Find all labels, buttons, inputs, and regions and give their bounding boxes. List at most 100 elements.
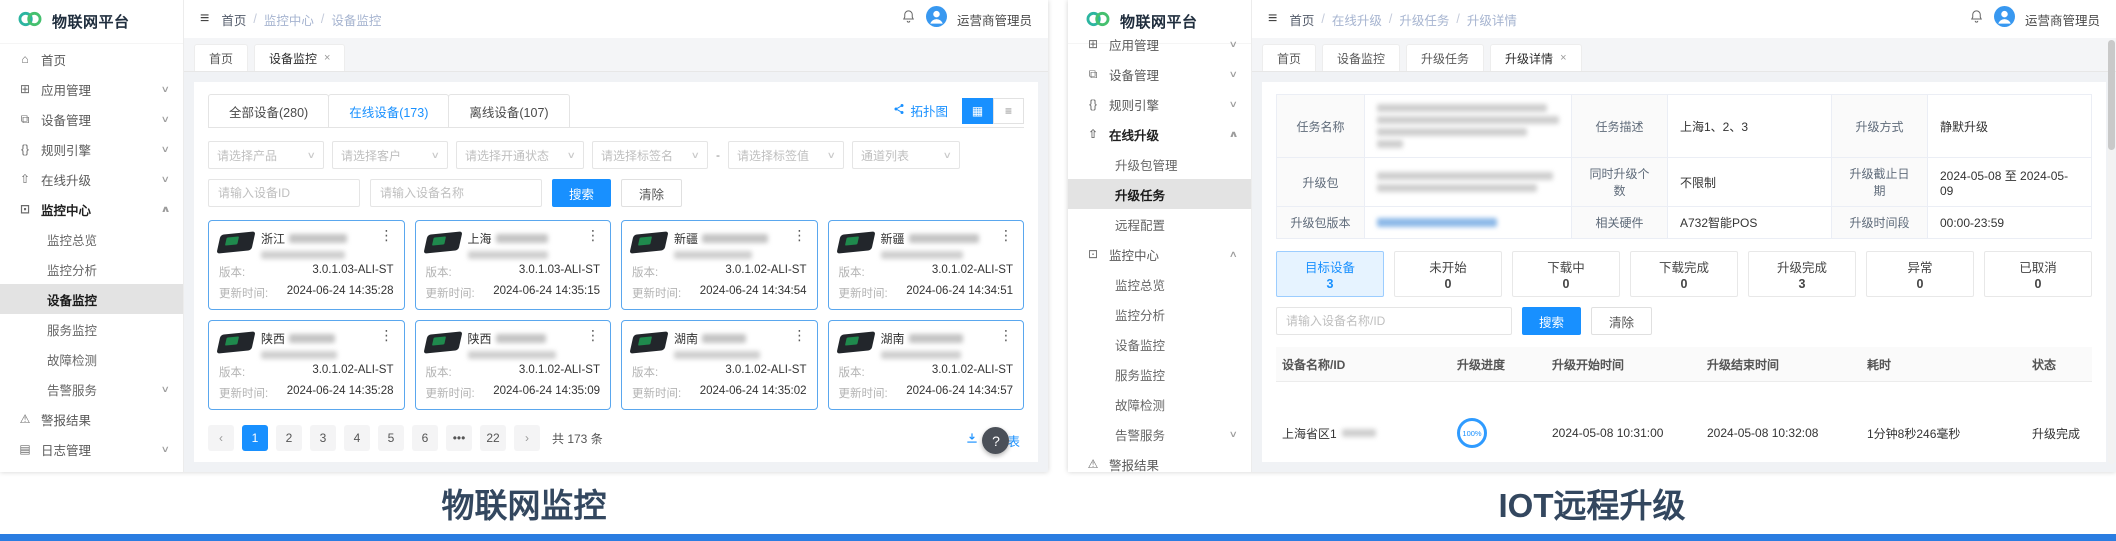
menu-fold-icon[interactable]: ≡ [200,10,209,28]
stat-error[interactable]: 异常0 [1866,251,1974,297]
more-menu-icon[interactable]: ⋮ [999,328,1013,359]
more-menu-icon[interactable]: ⋮ [586,328,600,359]
clear-button[interactable]: 清除 [621,179,682,207]
stat-downloading[interactable]: 下载中0 [1512,251,1620,297]
sidebar-item-monitor-analysis[interactable]: 监控分析 [0,254,183,284]
sidebar-item-monitor-overview[interactable]: 监控总览 [1068,269,1251,299]
clear-button[interactable]: 清除 [1591,307,1652,335]
avatar[interactable] [1994,6,2015,32]
sidebar-item-monitor-overview[interactable]: 监控总览 [0,224,183,254]
breadcrumb-monitor-center[interactable]: 监控中心 [264,10,314,29]
close-icon[interactable]: × [1560,52,1566,64]
bell-icon[interactable] [1969,9,1984,29]
sidebar-item-service-monitor[interactable]: 服务监控 [0,314,183,344]
sidebar-item-online-upgrade[interactable]: ⇧在线升级∨ [0,164,183,194]
sidebar-item-alert-service[interactable]: 告警服务∨ [1068,419,1251,449]
stat-not-started[interactable]: 未开始0 [1394,251,1502,297]
list-view-button[interactable]: ≡ [993,98,1024,124]
sidebar-item-device-monitor[interactable]: 设备监控 [0,284,183,314]
tab-upgrade-task[interactable]: 升级任务 [1406,44,1484,71]
activation-status-select[interactable]: 请选择开通状态∨ [456,141,584,169]
device-card[interactable]: 上海 ⋮ 版本:3.0.1.03-ALI-ST 更新时间:2024-06-24 … [415,220,612,310]
page-button-1[interactable]: 1 [242,425,268,451]
search-button[interactable]: 搜索 [1522,307,1581,335]
sidebar-item-rule-engine[interactable]: {}规则引擎∨ [1068,89,1251,119]
sidebar-item-service-monitor[interactable]: 服务监控 [1068,359,1251,389]
product-select[interactable]: 请选择产品∨ [208,141,324,169]
current-user[interactable]: 运营商管理员 [957,10,1032,29]
current-user[interactable]: 运营商管理员 [2025,10,2100,29]
stat-cancelled[interactable]: 已取消0 [1984,251,2092,297]
sidebar-item-home[interactable]: ⌂首页 [0,44,183,74]
more-menu-icon[interactable]: ⋮ [793,328,807,359]
page-button-2[interactable]: 2 [276,425,302,451]
stat-upgrade-done[interactable]: 升级完成3 [1748,251,1856,297]
sidebar-item-online-upgrade[interactable]: ⇧在线升级∧ [1068,119,1251,149]
device-card[interactable]: 浙江 ⋮ 版本:3.0.1.03-ALI-ST 更新时间:2024-06-24 … [208,220,405,310]
stat-download-done[interactable]: 下载完成0 [1630,251,1738,297]
more-menu-icon[interactable]: ⋮ [380,228,394,259]
more-menu-icon[interactable]: ⋮ [999,228,1013,259]
sidebar-item-upgrade-package-management[interactable]: 升级包管理 [1068,149,1251,179]
menu-fold-icon[interactable]: ≡ [1268,10,1277,28]
device-card[interactable]: 新疆 ⋮ 版本:3.0.1.02-ALI-ST 更新时间:2024-06-24 … [621,220,818,310]
download-list-label[interactable]: 表 [1007,431,1020,450]
channel-list-select[interactable]: 通道列表∨ [852,141,960,169]
sidebar-item-monitor-center[interactable]: ⊡监控中心∧ [0,194,183,224]
sidebar-item-monitor-analysis[interactable]: 监控分析 [1068,299,1251,329]
vertical-scrollbar[interactable] [2108,40,2115,464]
breadcrumb-online-upgrade[interactable]: 在线升级 [1332,10,1382,29]
breadcrumb-home[interactable]: 首页 [1289,10,1314,29]
tab-online-devices[interactable]: 在线设备(173) [328,94,449,127]
sidebar-item-remote-config[interactable]: 远程配置 [1068,209,1251,239]
more-menu-icon[interactable]: ⋮ [380,328,394,359]
breadcrumb-upgrade-detail[interactable]: 升级详情 [1467,10,1517,29]
sidebar-item-app-management[interactable]: ⊞应用管理∨ [0,74,183,104]
sidebar-item-fault-detection[interactable]: 故障检测 [1068,389,1251,419]
stat-target-devices[interactable]: 目标设备3 [1276,251,1384,297]
sidebar-item-device-management[interactable]: ⧉设备管理∨ [0,104,183,134]
tab-offline-devices[interactable]: 离线设备(107) [448,94,569,127]
search-button[interactable]: 搜索 [552,179,611,207]
avatar[interactable] [926,6,947,32]
bell-icon[interactable] [901,9,916,29]
sidebar-item-upgrade-task[interactable]: 升级任务 [1068,179,1251,209]
sidebar-item-alarm-result[interactable]: ⚠警报结果 [1068,449,1251,472]
close-icon[interactable]: × [324,52,330,64]
sidebar-item-rule-engine[interactable]: {}规则引擎∨ [0,134,183,164]
customer-select[interactable]: 请选择客户∨ [332,141,448,169]
topology-button[interactable]: 拓扑图 [893,101,948,120]
page-button-3[interactable]: 3 [310,425,336,451]
tag-name-select[interactable]: 请选择标签名∨ [592,141,708,169]
help-button[interactable]: ? [982,427,1009,454]
page-ellipsis[interactable]: ••• [446,425,472,451]
breadcrumb-device-monitor[interactable]: 设备监控 [331,10,381,29]
device-search-input[interactable] [1276,307,1512,335]
tab-home[interactable]: 首页 [194,44,248,71]
tab-upgrade-detail[interactable]: 升级详情× [1490,44,1581,71]
sidebar-item-monitor-center[interactable]: ⊡监控中心∧ [1068,239,1251,269]
page-button-4[interactable]: 4 [344,425,370,451]
device-id-input[interactable] [208,179,360,207]
more-menu-icon[interactable]: ⋮ [586,228,600,259]
scrollbar-thumb[interactable] [2108,40,2115,150]
sidebar-item-fault-detection[interactable]: 故障检测 [0,344,183,374]
breadcrumb-upgrade-task[interactable]: 升级任务 [1399,10,1449,29]
sidebar-item-log-management[interactable]: ▤日志管理∨ [0,434,183,464]
sidebar-item-device-management[interactable]: ⧉设备管理∨ [1068,59,1251,89]
device-card[interactable]: 陕西 ⋮ 版本:3.0.1.02-ALI-ST 更新时间:2024-06-24 … [208,320,405,410]
tag-value-select[interactable]: 请选择标签值∨ [728,141,844,169]
tab-device-monitor[interactable]: 设备监控 [1322,44,1400,71]
download-icon[interactable] [965,431,979,450]
tab-home[interactable]: 首页 [1262,44,1316,71]
prev-page-button[interactable]: ‹ [208,425,234,451]
device-name-input[interactable] [370,179,542,207]
device-card[interactable]: 湖南 ⋮ 版本:3.0.1.02-ALI-ST 更新时间:2024-06-24 … [621,320,818,410]
page-button-5[interactable]: 5 [378,425,404,451]
page-button-6[interactable]: 6 [412,425,438,451]
grid-view-button[interactable]: ▦ [962,98,993,124]
sidebar-item-alarm-result[interactable]: ⚠警报结果 [0,404,183,434]
tab-device-monitor[interactable]: 设备监控× [254,44,345,71]
sidebar-item-device-monitor[interactable]: 设备监控 [1068,329,1251,359]
device-card[interactable]: 湖南 ⋮ 版本:3.0.1.02-ALI-ST 更新时间:2024-06-24 … [828,320,1025,410]
